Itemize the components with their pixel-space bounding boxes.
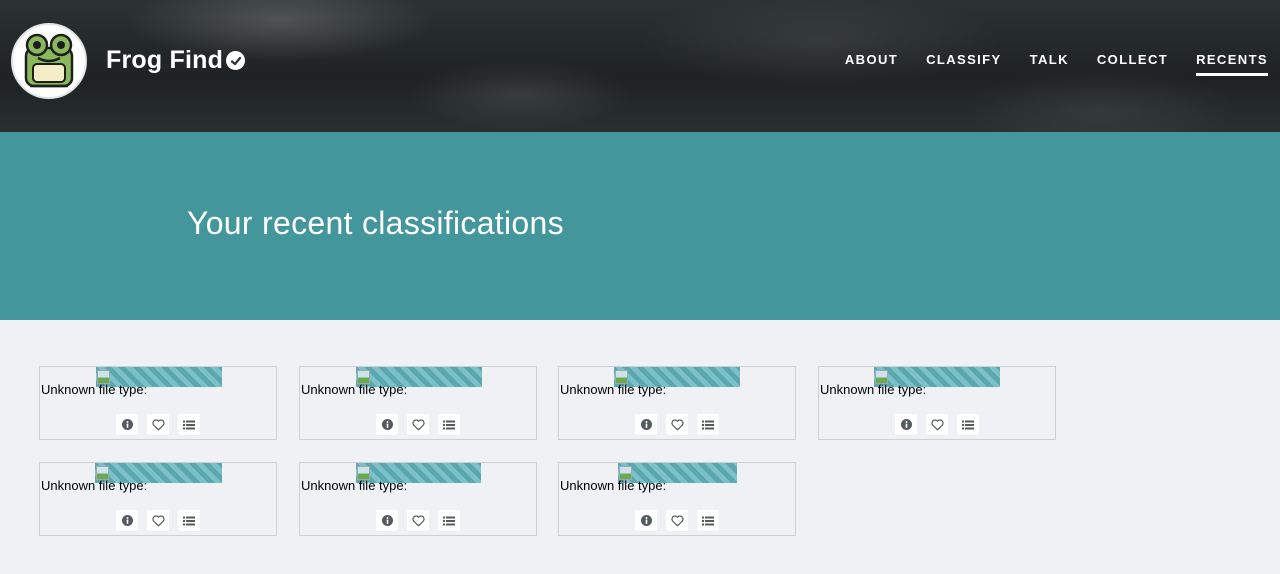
info-icon — [121, 515, 133, 526]
project-header: Frog Find ABOUT CLASSIFY TALK COLLECT RE… — [0, 0, 1280, 132]
recent-classification-card: Unknown file type: — [558, 366, 796, 440]
info-icon — [640, 419, 652, 430]
file-type-label: Unknown file type: — [301, 478, 408, 493]
recent-classification-card: Unknown file type: — [39, 366, 277, 440]
info-icon — [900, 419, 912, 430]
nav-classify[interactable]: CLASSIFY — [926, 52, 1001, 76]
list-icon — [443, 420, 455, 429]
collect-button[interactable] — [178, 414, 200, 435]
recent-classification-card: Unknown file type: — [558, 462, 796, 536]
list-icon — [702, 516, 714, 525]
favorite-button[interactable] — [407, 510, 429, 531]
frog-logo-icon — [24, 33, 74, 88]
check-badge-icon — [226, 51, 245, 70]
project-avatar[interactable] — [11, 23, 87, 99]
info-icon — [381, 515, 393, 526]
card-actions — [116, 414, 200, 435]
collect-button[interactable] — [697, 414, 719, 435]
info-button[interactable] — [635, 510, 657, 531]
favorite-button[interactable] — [926, 414, 948, 435]
info-button[interactable] — [376, 414, 398, 435]
favorite-button[interactable] — [147, 510, 169, 531]
card-actions — [116, 510, 200, 531]
heart-icon — [411, 418, 425, 430]
recent-classification-card: Unknown file type: — [299, 366, 537, 440]
heart-icon — [930, 418, 944, 430]
info-button[interactable] — [116, 510, 138, 531]
hero-banner: Your recent classifications — [0, 132, 1280, 320]
file-type-label: Unknown file type: — [41, 478, 148, 493]
list-icon — [443, 516, 455, 525]
list-icon — [962, 420, 974, 429]
file-type-label: Unknown file type: — [301, 382, 408, 397]
nav-talk[interactable]: TALK — [1030, 52, 1069, 76]
heart-icon — [151, 514, 165, 526]
card-actions — [635, 510, 719, 531]
info-button[interactable] — [895, 414, 917, 435]
heart-icon — [151, 418, 165, 430]
info-icon — [121, 419, 133, 430]
collect-button[interactable] — [438, 510, 460, 531]
info-button[interactable] — [635, 414, 657, 435]
file-type-label: Unknown file type: — [41, 382, 148, 397]
file-type-label: Unknown file type: — [820, 382, 927, 397]
file-type-label: Unknown file type: — [560, 478, 667, 493]
heart-icon — [670, 418, 684, 430]
nav-about[interactable]: ABOUT — [845, 52, 898, 76]
favorite-button[interactable] — [147, 414, 169, 435]
recent-classification-card: Unknown file type: — [299, 462, 537, 536]
list-icon — [183, 420, 195, 429]
favorite-button[interactable] — [407, 414, 429, 435]
card-actions — [895, 414, 979, 435]
favorite-button[interactable] — [666, 414, 688, 435]
collect-button[interactable] — [957, 414, 979, 435]
list-icon — [183, 516, 195, 525]
heart-icon — [411, 514, 425, 526]
collect-button[interactable] — [438, 414, 460, 435]
card-actions — [376, 414, 460, 435]
info-button[interactable] — [376, 510, 398, 531]
nav-recents[interactable]: RECENTS — [1196, 52, 1268, 76]
project-nav: ABOUT CLASSIFY TALK COLLECT RECENTS — [817, 52, 1268, 76]
card-actions — [376, 510, 460, 531]
info-button[interactable] — [116, 414, 138, 435]
file-type-label: Unknown file type: — [560, 382, 667, 397]
collect-button[interactable] — [178, 510, 200, 531]
recent-classification-card: Unknown file type: — [818, 366, 1056, 440]
project-title[interactable]: Frog Find — [106, 46, 223, 75]
card-actions — [635, 414, 719, 435]
info-icon — [640, 515, 652, 526]
heart-icon — [670, 514, 684, 526]
favorite-button[interactable] — [666, 510, 688, 531]
info-icon — [381, 419, 393, 430]
collect-button[interactable] — [697, 510, 719, 531]
list-icon — [702, 420, 714, 429]
recent-classification-card: Unknown file type: — [39, 462, 277, 536]
page-title: Your recent classifications — [187, 205, 564, 241]
nav-collect[interactable]: COLLECT — [1097, 52, 1168, 76]
